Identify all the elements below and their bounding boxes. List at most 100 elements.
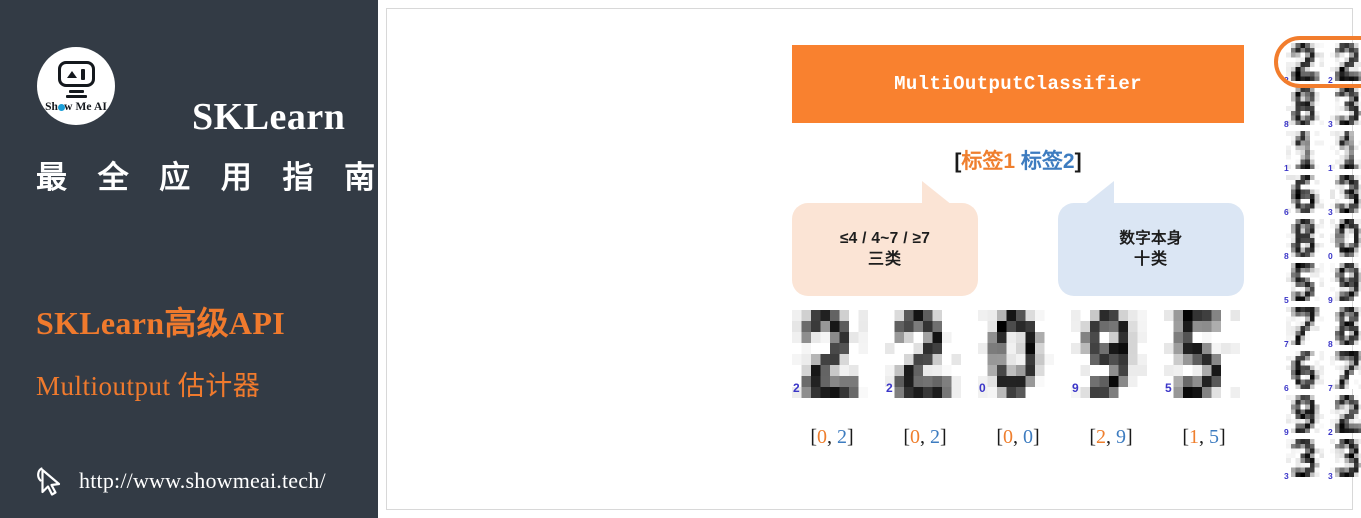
grid-digit-cell: 7 bbox=[1283, 306, 1327, 350]
grid-digit-cell: 8 bbox=[1283, 86, 1327, 130]
grid-digit-tag: 2 bbox=[1284, 74, 1289, 85]
grid-digit-tag: 7 bbox=[1328, 382, 1333, 393]
grid-digit-image bbox=[1330, 131, 1361, 169]
grid-digit-tag: 9 bbox=[1284, 426, 1289, 437]
sample-digit-cell: 2 bbox=[792, 310, 872, 405]
prediction-pair: [0, 2] bbox=[885, 426, 965, 449]
grid-digit-cell: 0 bbox=[1327, 218, 1361, 262]
sample-digit-tag: 9 bbox=[1072, 381, 1079, 395]
sample-digit-tag: 2 bbox=[886, 381, 893, 395]
grid-digit-image bbox=[1286, 175, 1324, 213]
sample-digit-tag: 0 bbox=[979, 381, 986, 395]
sample-digit-image bbox=[1164, 310, 1240, 398]
sample-digit-image bbox=[978, 310, 1054, 398]
grid-digit-cell: 6 bbox=[1283, 350, 1327, 394]
grid-digit-image bbox=[1286, 131, 1324, 169]
pred-separator: , bbox=[1013, 425, 1023, 448]
prediction-pair: [0, 0] bbox=[978, 426, 1058, 449]
sample-digit-cell: 2 bbox=[885, 310, 965, 405]
grid-digit-tag: 8 bbox=[1328, 338, 1333, 349]
grid-digit-image bbox=[1286, 307, 1324, 345]
pred-bracket-close: ] bbox=[1219, 425, 1226, 448]
grid-digit-cell: 9 bbox=[1283, 394, 1327, 438]
grid-digit-tag: 3 bbox=[1328, 206, 1333, 217]
grid-digit-image bbox=[1330, 219, 1361, 257]
grid-digit-cell: 8 bbox=[1327, 306, 1361, 350]
grid-digit-tag: 2 bbox=[1328, 426, 1333, 437]
grid-digit-image bbox=[1330, 263, 1361, 301]
grid-digit-cell: 5 bbox=[1283, 262, 1327, 306]
grid-digit-image bbox=[1286, 43, 1324, 81]
grid-digit-cell: 2 bbox=[1327, 42, 1361, 86]
pred-label1: 0 bbox=[910, 425, 920, 448]
pred-bracket-open: [ bbox=[810, 425, 817, 448]
pred-bracket-close: ] bbox=[1126, 425, 1133, 448]
prediction-pair: [2, 9] bbox=[1071, 426, 1151, 449]
pred-separator: , bbox=[1199, 425, 1209, 448]
grid-digit-cell: 7 bbox=[1327, 350, 1361, 394]
cursor-pointer-icon bbox=[37, 467, 61, 496]
prediction-pair: [0, 2] bbox=[792, 426, 872, 449]
grid-digit-tag: 8 bbox=[1284, 118, 1289, 129]
footer-url-text[interactable]: http://www.showmeai.tech/ bbox=[79, 468, 326, 494]
grid-digit-image bbox=[1286, 439, 1324, 477]
showmeai-logo: Sh w Me AI bbox=[37, 47, 115, 125]
logo-text-suffix: w Me AI bbox=[64, 101, 107, 113]
bubble-label1-tail bbox=[922, 181, 952, 205]
brand-subtitle: 最 全 应 用 指 南 bbox=[36, 160, 387, 195]
logo-wordmark: Sh w Me AI bbox=[45, 101, 107, 113]
pred-label2: 0 bbox=[1023, 425, 1033, 448]
robot-face-icon bbox=[57, 61, 95, 87]
pred-label1: 1 bbox=[1189, 425, 1199, 448]
grid-digit-cell: 6 bbox=[1283, 174, 1327, 218]
grid-digit-image bbox=[1330, 175, 1361, 213]
prediction-row: [0, 2] [0, 2] [0, 0] [2, 9] [1, 5] bbox=[792, 420, 1244, 454]
prediction-pair: [1, 5] bbox=[1164, 426, 1244, 449]
grid-digit-image bbox=[1330, 87, 1361, 125]
sample-digit-tag: 5 bbox=[1165, 381, 1172, 395]
pred-separator: , bbox=[1106, 425, 1116, 448]
grid-digit-image bbox=[1286, 263, 1324, 301]
grid-digit-tag: 6 bbox=[1284, 382, 1289, 393]
pred-label1: 0 bbox=[817, 425, 827, 448]
pred-separator: , bbox=[827, 425, 837, 448]
slide-root: Sh w Me AI SKLearn 最 全 应 用 指 南 SKLearn高级A… bbox=[0, 0, 1361, 518]
grid-digit-image bbox=[1330, 351, 1361, 389]
brand-title: SKLearn bbox=[192, 96, 346, 138]
classifier-banner-label: MultiOutputClassifier bbox=[894, 73, 1142, 95]
pred-label2: 5 bbox=[1209, 425, 1219, 448]
grid-digit-cell: 3 bbox=[1327, 438, 1361, 482]
bubble-label2: 数字本身 十类 bbox=[1058, 181, 1244, 296]
grid-digit-cell: 3 bbox=[1327, 174, 1361, 218]
pred-bracket-close: ] bbox=[940, 425, 947, 448]
grid-digit-cell: 8 bbox=[1283, 218, 1327, 262]
sample-digit-cell: 9 bbox=[1071, 310, 1151, 405]
pred-label1: 2 bbox=[1096, 425, 1106, 448]
bubble-label1-line1: ≤4 / 4~7 / ≥7 bbox=[839, 229, 931, 247]
pred-label2: 2 bbox=[837, 425, 847, 448]
pred-label1: 0 bbox=[1003, 425, 1013, 448]
grid-digit-image bbox=[1286, 351, 1324, 389]
module-name-label: Multioutput 估计器 bbox=[36, 371, 261, 401]
grid-digit-tag: 3 bbox=[1328, 118, 1333, 129]
grid-digit-cell: 1 bbox=[1283, 130, 1327, 174]
digit-grid: 2209576991838622126911556001546302604645… bbox=[1283, 42, 1361, 482]
sample-digit-strip: 2 2 0 9 5 bbox=[792, 310, 1244, 405]
api-category-label: SKLearn高级API bbox=[36, 305, 285, 341]
sample-digit-cell: 5 bbox=[1164, 310, 1244, 405]
grid-digit-cell: 9 bbox=[1327, 262, 1361, 306]
sample-digit-image bbox=[885, 310, 961, 398]
digit-grid-panel: 2209576991838622126911556001546302604645… bbox=[1274, 36, 1361, 482]
footer: http://www.showmeai.tech/ bbox=[34, 464, 326, 498]
grid-digit-image bbox=[1286, 219, 1324, 257]
sample-digit-tag: 2 bbox=[793, 381, 800, 395]
bubble-label2-tail bbox=[1084, 181, 1114, 205]
pred-bracket-open: [ bbox=[1089, 425, 1096, 448]
sample-digit-cell: 0 bbox=[978, 310, 1058, 405]
pred-bracket-open: [ bbox=[1182, 425, 1189, 448]
grid-digit-tag: 6 bbox=[1284, 206, 1289, 217]
label2-text: 标签2 bbox=[1020, 150, 1075, 173]
grid-digit-image bbox=[1330, 307, 1361, 345]
grid-digit-tag: 1 bbox=[1328, 162, 1333, 173]
robot-eye-right bbox=[81, 68, 85, 80]
